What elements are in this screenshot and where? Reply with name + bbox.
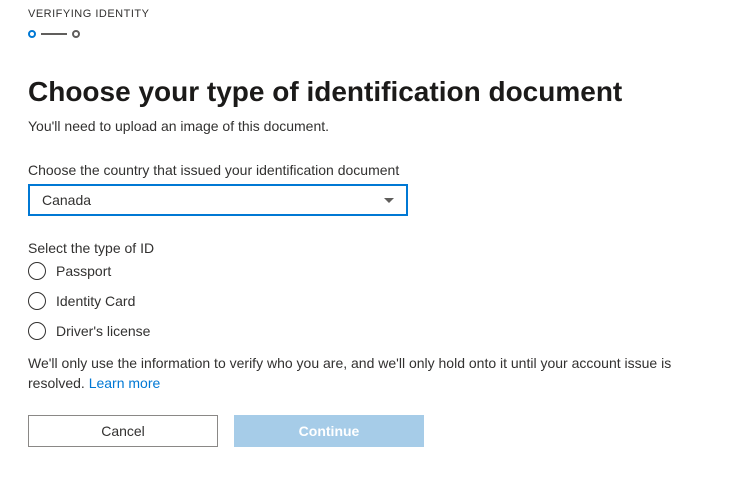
country-dropdown[interactable]: Canada [28,184,408,216]
page-title: Choose your type of identification docum… [28,76,713,108]
button-row: Cancel Continue [28,415,713,447]
step-1-dot [28,30,36,38]
cancel-button[interactable]: Cancel [28,415,218,447]
country-value: Canada [42,192,91,208]
step-line [41,33,67,35]
continue-button[interactable]: Continue [234,415,424,447]
radio-label: Passport [56,263,111,279]
header-label: VERIFYING IDENTITY [28,8,713,20]
radio-passport[interactable]: Passport [28,262,713,280]
progress-stepper [28,30,713,38]
country-field-label: Choose the country that issued your iden… [28,162,713,178]
idtype-radio-group: Passport Identity Card Driver's license [28,262,713,340]
radio-circle-icon [28,262,46,280]
chevron-down-icon [384,198,394,203]
disclaimer-text: We'll only use the information to verify… [28,354,713,393]
radio-circle-icon [28,322,46,340]
radio-label: Driver's license [56,323,150,339]
radio-drivers-license[interactable]: Driver's license [28,322,713,340]
learn-more-link[interactable]: Learn more [89,375,161,391]
idtype-field-label: Select the type of ID [28,240,713,256]
page-subtitle: You'll need to upload an image of this d… [28,118,713,134]
radio-label: Identity Card [56,293,135,309]
radio-circle-icon [28,292,46,310]
radio-identity-card[interactable]: Identity Card [28,292,713,310]
step-2-dot [72,30,80,38]
